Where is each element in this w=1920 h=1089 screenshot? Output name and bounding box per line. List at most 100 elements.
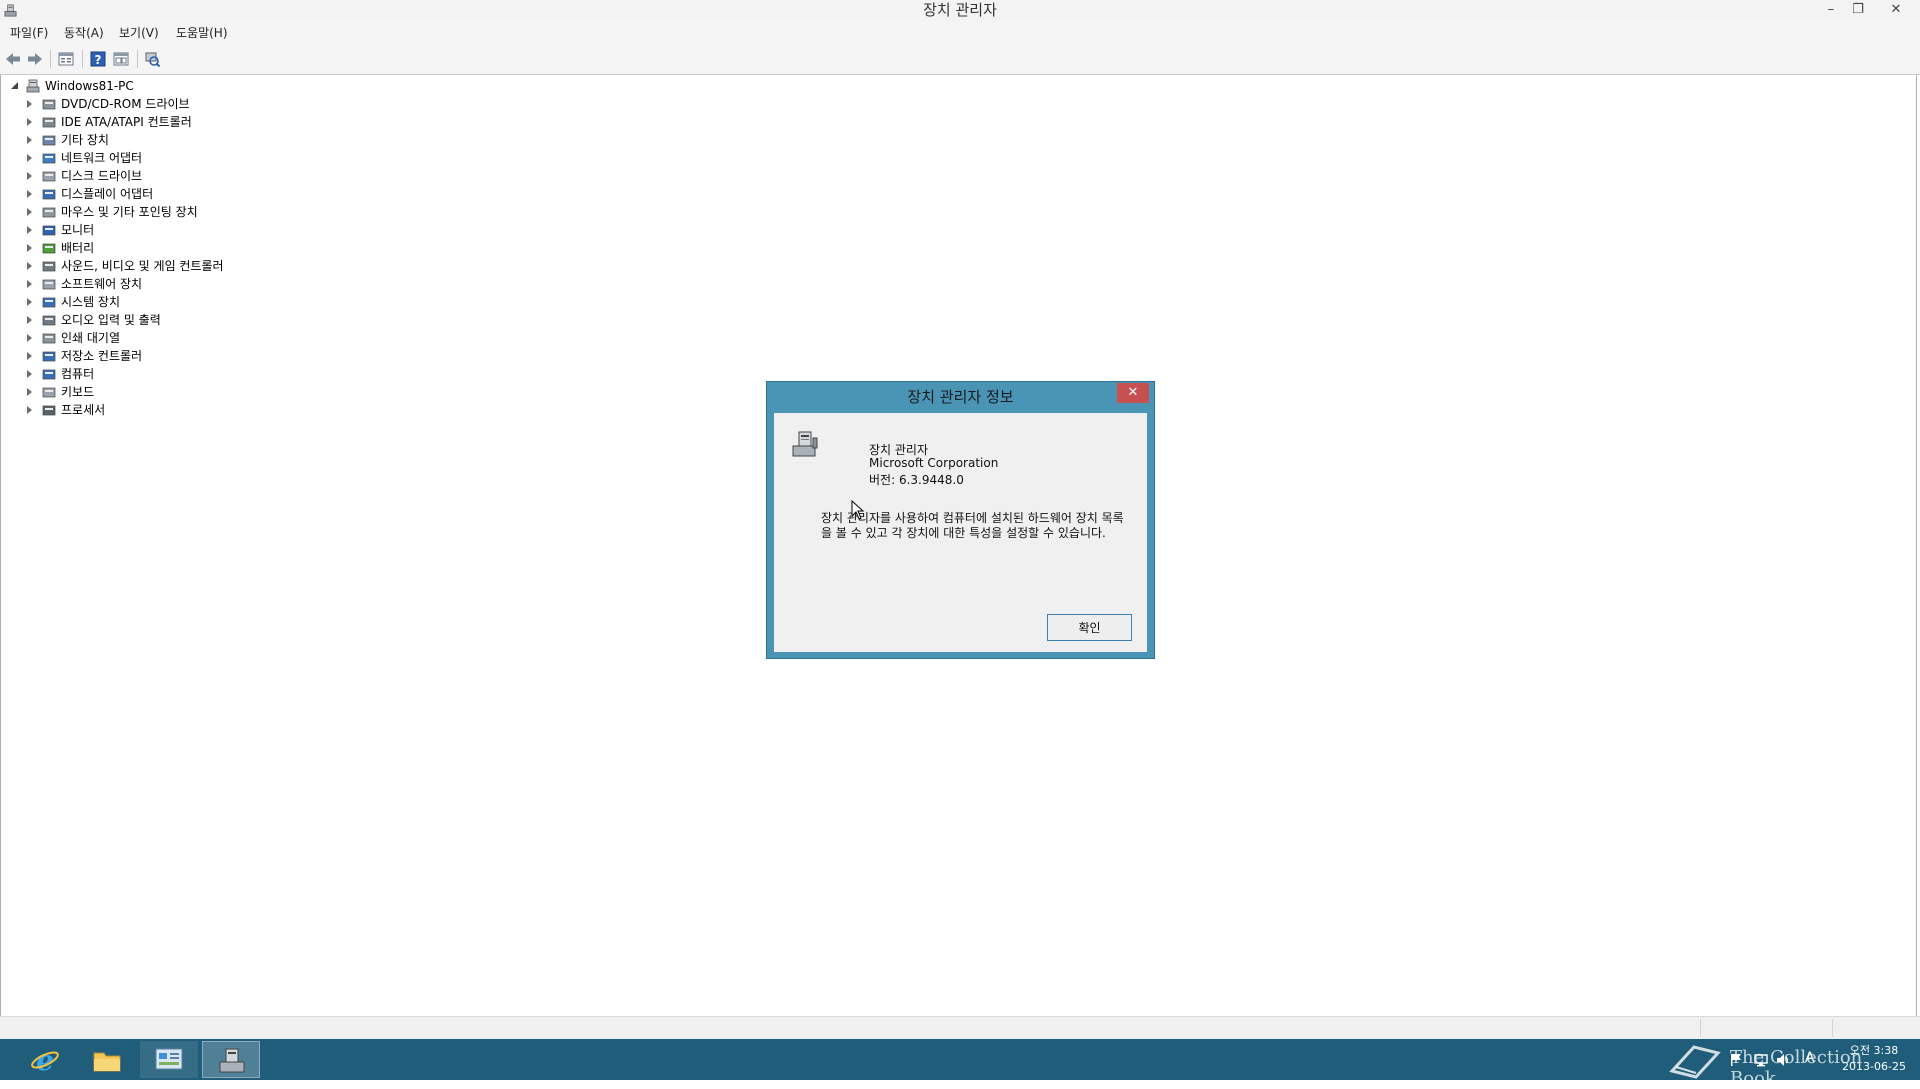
tree-node-label: 프로세서 [61,403,106,417]
device-manager-icon [792,431,818,457]
computer-icon [26,79,40,93]
expand-arrow-icon[interactable] [27,208,32,216]
status-segment [1832,1019,1833,1037]
taskbar-file-explorer[interactable] [78,1041,136,1078]
tree-node-label: 소프트웨어 장치 [61,277,143,291]
expand-arrow-icon[interactable] [27,334,32,342]
tree-node-label: 오디오 입력 및 출력 [61,313,161,327]
expand-arrow-icon[interactable] [27,298,32,306]
expand-arrow-icon[interactable] [27,316,32,324]
keyboard-icon [42,387,56,398]
dialog-body: 장치 관리자 Microsoft Corporation 버전: 6.3.944… [774,413,1147,652]
mouse-cursor-icon [851,500,865,520]
clock[interactable]: 오전 3:38 2013-06-25 [1830,1043,1918,1075]
tree-node-label: 컴퓨터 [61,367,95,381]
taskbar-device-manager[interactable] [202,1041,260,1078]
expand-arrow-icon[interactable] [27,244,32,252]
tree-root-label: Windows81-PC [45,79,134,93]
expand-arrow-icon[interactable] [27,370,32,378]
toolbar-separator [82,50,83,68]
clock-time: 오전 3:38 [1849,1044,1899,1057]
tree-node-label: 인쇄 대기열 [61,331,121,345]
expand-arrow-icon[interactable] [27,406,32,414]
ime-indicator[interactable]: A [1805,1050,1815,1066]
volume-icon[interactable] [1775,1052,1791,1068]
dialog-close-button[interactable]: ✕ [1117,383,1149,403]
taskbar-internet-explorer[interactable]: e [16,1041,74,1078]
expand-arrow-icon[interactable] [27,100,32,108]
menu-help[interactable]: 도움말(H) [176,22,228,44]
network-icon[interactable] [1753,1052,1769,1068]
status-segment [1700,1019,1701,1037]
expand-arrow-icon[interactable] [27,190,32,198]
tree-node-label: 기타 장치 [61,133,109,147]
expand-arrow-icon[interactable] [27,388,32,396]
disk-drive-icon [42,171,56,182]
tree-node-label: 키보드 [61,385,95,399]
battery-icon [42,243,56,254]
close-button[interactable]: ✕ [1880,0,1912,20]
network-adapter-icon [42,153,56,164]
properties-icon[interactable] [57,50,75,68]
tree-node-label: 디스크 드라이브 [61,169,143,183]
dialog-title: 장치 관리자 정보 [907,388,1014,406]
svg-text:?: ? [95,53,102,67]
dialog-description: 장치 관리자를 사용하여 컴퓨터에 설치된 하드웨어 장치 목록을 볼 수 있고… [821,511,1124,540]
tree-node-label: 디스플레이 어댑터 [61,187,154,201]
menu-view[interactable]: 보기(V) [119,22,159,44]
monitor-icon [42,225,56,236]
tree-node-label: DVD/CD-ROM 드라이브 [61,97,190,111]
back-arrow-icon[interactable] [4,50,22,68]
tree-node-label: 네트워크 어댑터 [61,151,143,165]
printer-icon [42,333,56,344]
maximize-button[interactable]: ❐ [1845,0,1871,20]
expand-arrow-icon[interactable] [27,352,32,360]
tree-node-label: 사운드, 비디오 및 게임 컨트롤러 [61,259,224,273]
taskbar: e [0,1039,1920,1080]
expand-arrow-icon[interactable] [27,262,32,270]
tree-node-label: 저장소 컨트롤러 [61,349,143,363]
processor-icon [42,405,56,416]
collapse-arrow-icon[interactable] [11,82,18,89]
flag-icon[interactable] [1728,1052,1744,1068]
expand-arrow-icon[interactable] [27,154,32,162]
clock-date: 2013-06-25 [1842,1060,1906,1073]
view-icon[interactable] [112,50,130,68]
unknown-device-icon [42,135,56,146]
help-icon[interactable]: ? [89,50,107,68]
menu-action[interactable]: 동작(A) [64,22,104,44]
display-adapter-icon [42,189,56,200]
tree-node-label: 모니터 [61,223,95,237]
ok-button[interactable]: 확인 [1047,614,1132,641]
expand-arrow-icon[interactable] [27,280,32,288]
minimize-button[interactable]: – [1818,0,1844,20]
tree-node-label: 시스템 장치 [61,295,121,309]
folder-icon [93,1052,121,1072]
menu-bar: 파일(F) 동작(A) 보기(V) 도움말(H) [0,22,1920,44]
software-device-icon [42,279,56,290]
status-bar [0,1016,1920,1040]
title-bar: 장치 관리자 – ❐ ✕ [0,0,1920,22]
toolbar-separator [50,50,51,68]
svg-text:e: e [36,1045,54,1075]
taskbar-control-panel[interactable] [140,1041,198,1078]
ie-icon: e [31,1045,59,1075]
scan-hardware-icon[interactable] [143,50,161,68]
menu-file[interactable]: 파일(F) [10,22,48,44]
forward-arrow-icon[interactable] [26,50,44,68]
expand-arrow-icon[interactable] [27,226,32,234]
expand-arrow-icon[interactable] [27,118,32,126]
tree-node-label: 마우스 및 기타 포인팅 장치 [61,205,198,219]
expand-arrow-icon[interactable] [27,136,32,144]
toolbar: ? [0,44,1920,75]
dvd-drive-icon [42,99,56,110]
ide-controller-icon [42,117,56,128]
dialog-company: Microsoft Corporation [869,456,999,470]
dialog-version: 버전: 6.3.9448.0 [869,473,964,487]
computer-icon [42,369,56,380]
storage-controller-icon [42,351,56,362]
audio-io-icon [42,315,56,326]
expand-arrow-icon[interactable] [27,172,32,180]
mouse-icon [42,207,56,218]
tree-node-label: IDE ATA/ATAPI 컨트롤러 [61,115,192,129]
